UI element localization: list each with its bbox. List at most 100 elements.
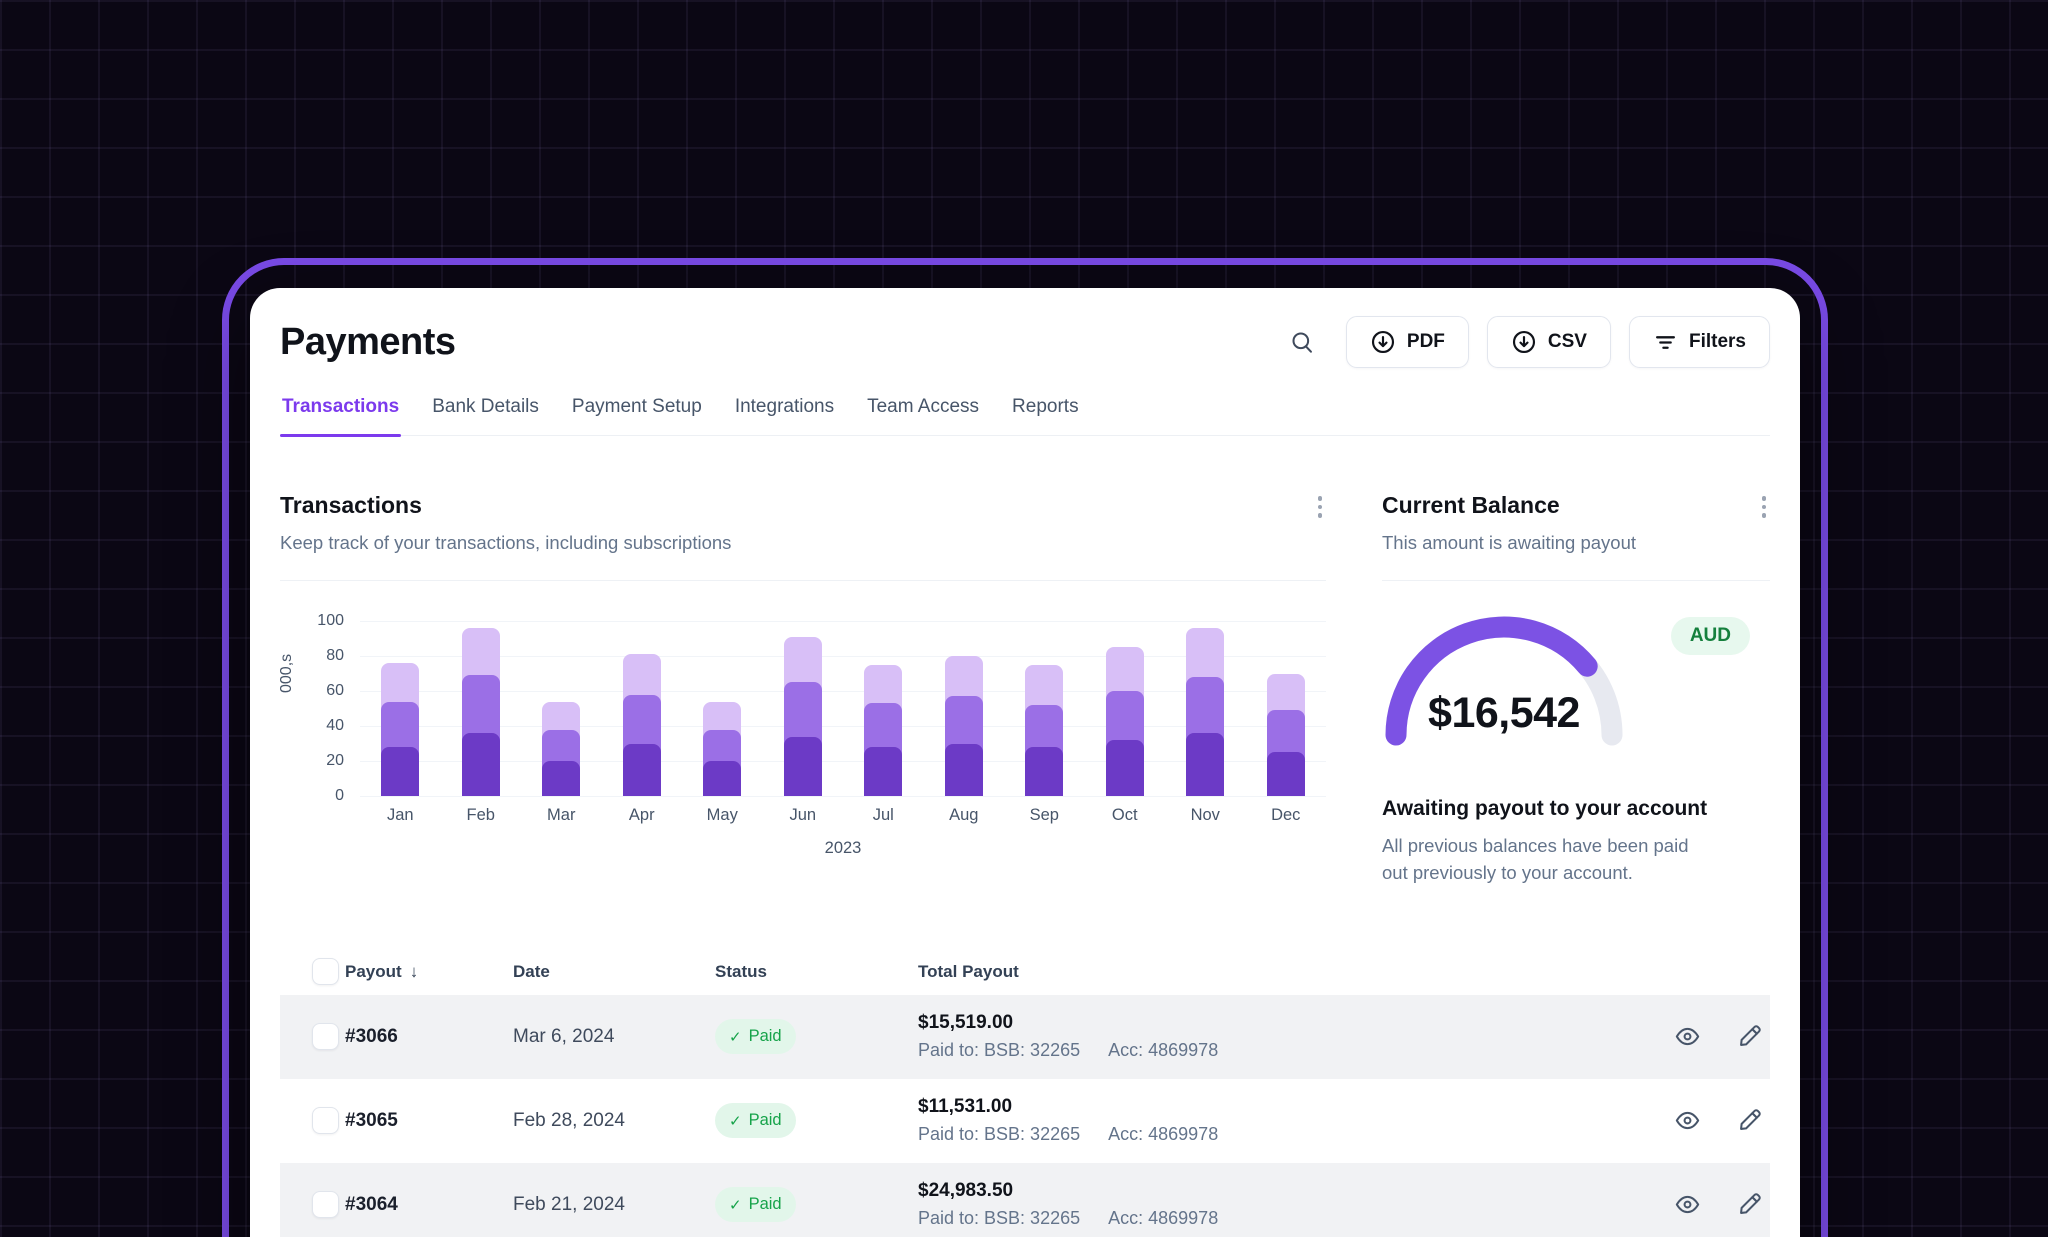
balance-gauge: $16,542 AUD <box>1382 613 1770 765</box>
x-axis-label: Feb <box>441 806 521 825</box>
table-row: #3064Feb 21, 2024✓Paid$24,983.50Paid to:… <box>280 1163 1770 1237</box>
pencil-icon <box>1736 1191 1763 1218</box>
view-payout-button[interactable] <box>1674 1023 1736 1050</box>
column-header-date[interactable]: Date <box>513 962 715 982</box>
row-checkbox[interactable] <box>312 1023 339 1050</box>
column-header-payout[interactable]: Payout↓ <box>345 962 513 982</box>
row-checkbox[interactable] <box>312 1107 339 1134</box>
bar-segment <box>784 737 822 797</box>
bar-segment <box>542 761 580 796</box>
bar-nov <box>1165 621 1245 796</box>
main-content: Transactions Keep track of your transact… <box>280 492 1770 887</box>
payout-id: #3066 <box>345 1026 513 1048</box>
x-axis-label: Jun <box>763 806 843 825</box>
total-payout-cell: $11,531.00Paid to: BSB: 32265Acc: 486997… <box>918 1096 1674 1145</box>
bar-dec <box>1246 621 1326 796</box>
bar-jul <box>843 621 923 796</box>
edit-payout-button[interactable] <box>1736 1191 1770 1218</box>
bar-segment <box>623 744 661 797</box>
pencil-icon <box>1736 1107 1763 1134</box>
status-badge: ✓Paid <box>715 1187 796 1222</box>
y-axis-tick: 40 <box>302 716 344 736</box>
transactions-chart: 000,s 020406080100 <box>280 621 1326 796</box>
filter-lines-icon <box>1653 330 1678 355</box>
csv-export-button[interactable]: CSV <box>1487 316 1611 368</box>
payments-card: Payments PDF <box>250 288 1800 1237</box>
bar-apr <box>602 621 682 796</box>
payout-amount: $11,531.00 <box>918 1096 1674 1118</box>
filters-button[interactable]: Filters <box>1629 316 1770 368</box>
check-icon: ✓ <box>729 1028 742 1046</box>
edit-payout-button[interactable] <box>1736 1107 1770 1134</box>
transactions-subtitle: Keep track of your transactions, includi… <box>280 532 1326 554</box>
bar-segment <box>1267 752 1305 796</box>
payouts-table: Payout↓ Date Status Total Payout #3066Ma… <box>280 949 1770 1237</box>
tab-integrations[interactable]: Integrations <box>733 392 836 435</box>
transactions-panel-head: Transactions <box>280 492 1326 522</box>
balance-title: Current Balance <box>1382 492 1560 519</box>
payout-amount: $24,983.50 <box>918 1180 1674 1202</box>
check-icon: ✓ <box>729 1196 742 1214</box>
tab-reports[interactable]: Reports <box>1010 392 1081 435</box>
total-payout-cell: $24,983.50Paid to: BSB: 32265Acc: 486997… <box>918 1180 1674 1229</box>
tab-bar: Transactions Bank Details Payment Setup Int… <box>280 392 1770 436</box>
x-axis-label: Oct <box>1085 806 1165 825</box>
tab-bank-details[interactable]: Bank Details <box>430 392 541 435</box>
payout-id: #3065 <box>345 1110 513 1132</box>
eye-icon <box>1674 1191 1701 1218</box>
bar-segment <box>462 733 500 796</box>
select-all-checkbox[interactable] <box>312 958 339 985</box>
bar-sep <box>1004 621 1084 796</box>
tab-transactions[interactable]: Transactions <box>280 392 401 435</box>
divider <box>280 580 1326 582</box>
x-axis-label: May <box>682 806 762 825</box>
kebab-menu-icon[interactable] <box>1758 492 1771 522</box>
eye-icon <box>1674 1107 1701 1134</box>
y-axis-tick: 100 <box>302 611 344 631</box>
payout-date: Feb 21, 2024 <box>513 1194 715 1216</box>
table-row: #3066Mar 6, 2024✓Paid$15,519.00Paid to: … <box>280 995 1770 1079</box>
chart-x-labels: JanFebMarAprMayJunJulAugSepOctNovDec <box>280 806 1326 825</box>
pencil-icon <box>1736 1023 1763 1050</box>
x-axis-label: Dec <box>1246 806 1326 825</box>
tab-payment-setup[interactable]: Payment Setup <box>570 392 704 435</box>
edit-payout-button[interactable] <box>1736 1023 1770 1050</box>
search-button[interactable] <box>1289 329 1316 356</box>
paid-to-account: Acc: 4869978 <box>1108 1208 1218 1229</box>
table-header-row: Payout↓ Date Status Total Payout <box>280 949 1770 995</box>
column-header-status[interactable]: Status <box>715 962 918 982</box>
download-circle-icon <box>1370 329 1396 355</box>
bar-segment <box>1186 733 1224 796</box>
column-header-total-payout[interactable]: Total Payout <box>918 962 1674 982</box>
table-body: #3066Mar 6, 2024✓Paid$15,519.00Paid to: … <box>280 995 1770 1237</box>
paid-to-bsb: Paid to: BSB: 32265 <box>918 1040 1080 1061</box>
balance-subtitle: This amount is awaiting payout <box>1382 532 1770 554</box>
balance-description: All previous balances have been paid out… <box>1382 833 1712 887</box>
transactions-title: Transactions <box>280 492 422 519</box>
page-title: Payments <box>280 321 456 364</box>
sort-desc-icon: ↓ <box>410 962 419 982</box>
view-payout-button[interactable] <box>1674 1107 1736 1134</box>
y-axis-tick: 20 <box>302 751 344 771</box>
currency-badge: AUD <box>1671 617 1750 655</box>
paid-to-account: Acc: 4869978 <box>1108 1040 1218 1061</box>
pdf-export-button[interactable]: PDF <box>1346 316 1469 368</box>
bar-segment <box>1025 747 1063 796</box>
tab-team-access[interactable]: Team Access <box>865 392 981 435</box>
x-axis-label: Jul <box>843 806 923 825</box>
bar-jan <box>360 621 440 796</box>
bar-mar <box>521 621 601 796</box>
chart-year-label: 2023 <box>280 839 1326 858</box>
payout-amount: $15,519.00 <box>918 1012 1674 1034</box>
total-payout-cell: $15,519.00 Paid to: BSB: 32265 Acc: 486997… <box>918 1012 1674 1061</box>
paid-to-bsb: Paid to: BSB: 32265 <box>918 1124 1080 1145</box>
row-checkbox[interactable] <box>312 1191 339 1218</box>
check-icon: ✓ <box>729 1112 742 1130</box>
status-badge: ✓Paid <box>715 1103 796 1138</box>
download-circle-icon <box>1511 329 1537 355</box>
kebab-menu-icon[interactable] <box>1314 492 1327 522</box>
y-axis-title: 000,s <box>278 654 296 693</box>
bar-feb <box>441 621 521 796</box>
x-axis-label: Sep <box>1004 806 1084 825</box>
view-payout-button[interactable] <box>1674 1191 1736 1218</box>
